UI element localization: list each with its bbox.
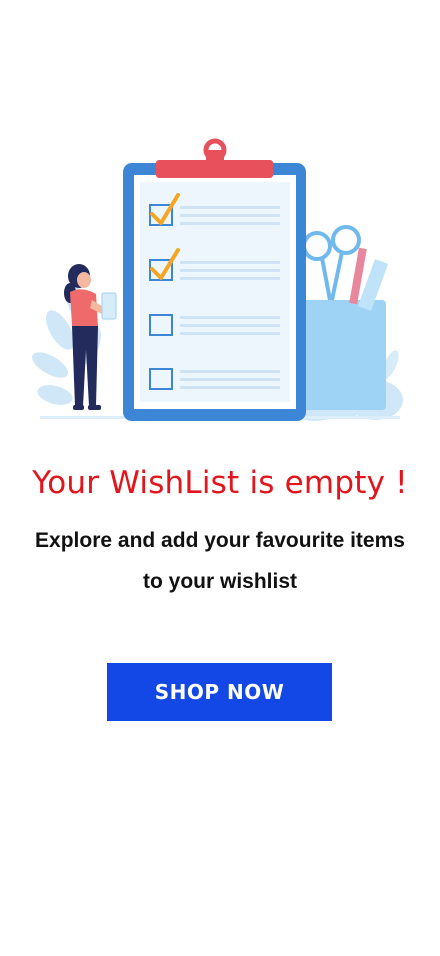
empty-wishlist-message: Explore and add your favourite items to …: [35, 529, 405, 593]
clipboard-checklist-illustration: [30, 130, 410, 430]
shop-now-button[interactable]: SHOP NOW: [107, 663, 332, 721]
empty-wishlist-title: Your WishList is empty !: [32, 465, 408, 501]
